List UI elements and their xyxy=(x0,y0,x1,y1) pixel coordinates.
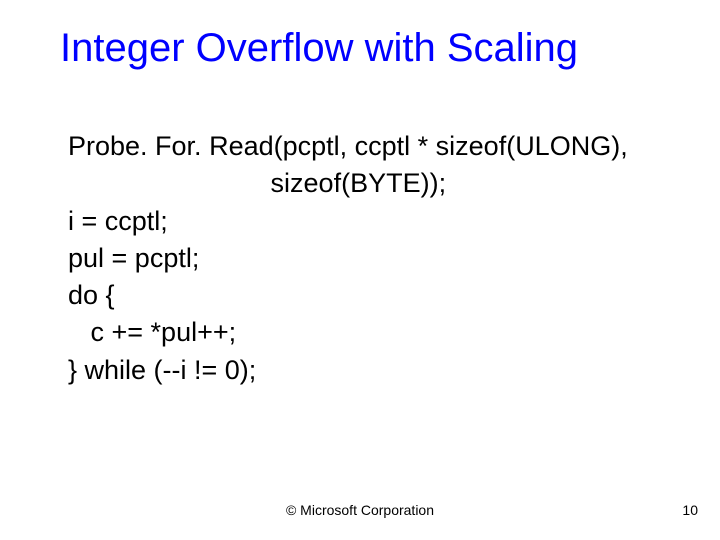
body-line: c += *pul++; xyxy=(68,314,660,351)
body-line: Probe. For. Read(pcptl, ccptl * sizeof(U… xyxy=(68,128,660,165)
body-line: pul = pcptl; xyxy=(68,240,660,277)
body-line: sizeof(BYTE)); xyxy=(68,165,660,202)
slide-number: 10 xyxy=(682,502,698,518)
body-line: i = ccptl; xyxy=(68,203,660,240)
footer-copyright: © Microsoft Corporation xyxy=(0,502,720,518)
slide-title: Integer Overflow with Scaling xyxy=(60,26,690,70)
slide: Integer Overflow with Scaling Probe. For… xyxy=(0,0,720,540)
body-line: } while (--i != 0); xyxy=(68,352,660,389)
body-line: do { xyxy=(68,277,660,314)
slide-body: Probe. For. Read(pcptl, ccptl * sizeof(U… xyxy=(68,128,660,389)
